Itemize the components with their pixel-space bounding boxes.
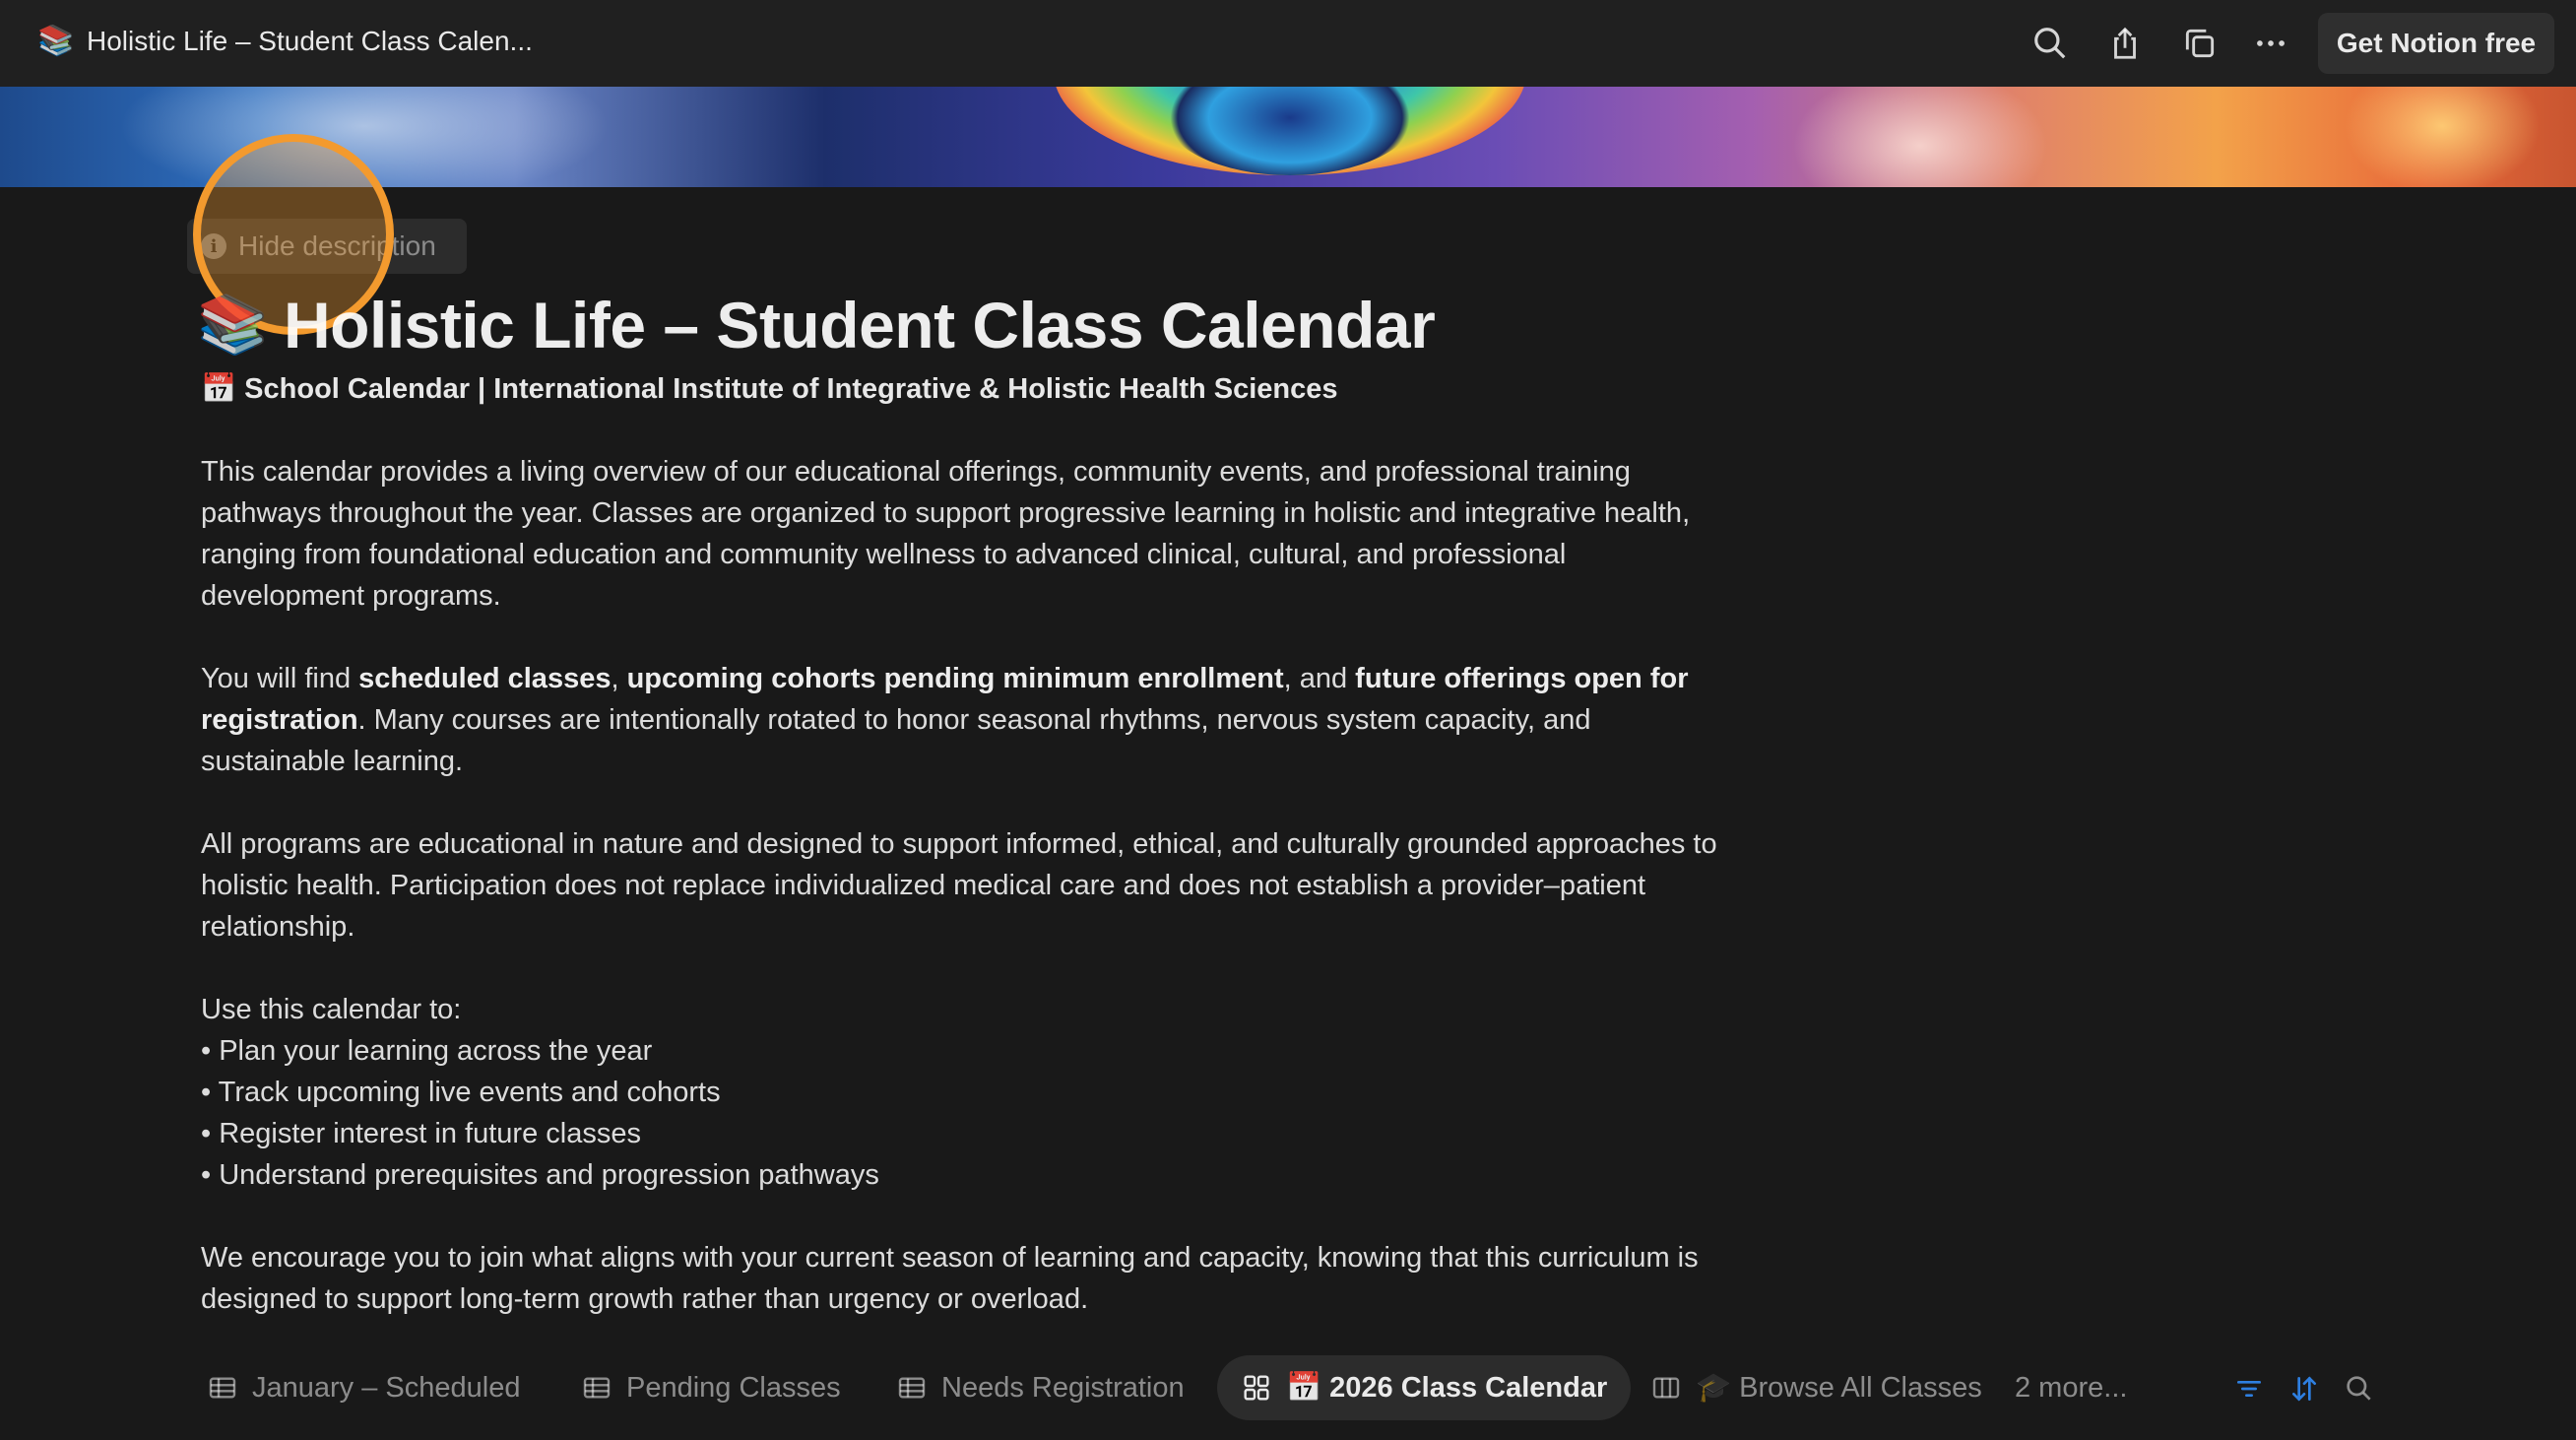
hide-description-button[interactable]: i Hide description: [187, 219, 467, 274]
sort-icon[interactable]: [2286, 1371, 2322, 1407]
tab-pending-classes[interactable]: Pending Classes: [567, 1355, 855, 1420]
tab-needs-registration[interactable]: Needs Registration: [882, 1355, 1198, 1420]
table-icon: [583, 1377, 611, 1399]
cover-image: [0, 87, 2576, 187]
list-item: • Track upcoming live events and cohorts: [201, 1077, 721, 1108]
tab-browse-all-classes[interactable]: 🎓 Browse All Classes: [1637, 1355, 1996, 1420]
description-paragraph: All programs are educational in nature a…: [201, 828, 1717, 943]
filter-icon[interactable]: [2231, 1371, 2267, 1407]
description-paragraph: You will find scheduled classes, upcomin…: [201, 663, 1689, 777]
hide-description-label: Hide description: [238, 230, 436, 261]
top-bar: 📚 Holistic Life – Student Class Calen...…: [0, 0, 2576, 87]
table-icon: [209, 1377, 236, 1399]
page-title: Holistic Life – Student Class Calendar: [284, 289, 1436, 361]
description-paragraph: This calendar provides a living overview…: [201, 456, 1691, 612]
more-views-button[interactable]: 2 more...: [2001, 1355, 2141, 1420]
page-icon: 📚: [37, 25, 75, 57]
tab-2026-class-calendar[interactable]: 📅 2026 Class Calendar: [1217, 1355, 1632, 1420]
share-icon[interactable]: [2103, 22, 2147, 65]
page-breadcrumb-title[interactable]: Holistic Life – Student Class Calen...: [87, 26, 533, 57]
database-view-tabs: January – Scheduled Pending Classes Need…: [193, 1355, 2389, 1420]
search-icon[interactable]: [2342, 1371, 2377, 1407]
gallery-icon: [1244, 1375, 1269, 1401]
list-item: • Plan your learning across the year: [201, 1035, 653, 1067]
database-description: This calendar provides a living overview…: [201, 451, 1737, 1320]
usage-list: Use this calendar to: • Plan your learni…: [201, 989, 1737, 1196]
duplicate-icon[interactable]: [2178, 22, 2222, 65]
table-icon: [898, 1377, 926, 1399]
info-icon: i: [201, 233, 226, 259]
books-icon: 📚: [197, 293, 269, 357]
list-item: • Understand prerequisites and progressi…: [201, 1159, 879, 1191]
tab-january-scheduled[interactable]: January – Scheduled: [193, 1355, 534, 1420]
more-icon[interactable]: [2249, 22, 2292, 65]
list-item: • Register interest in future classes: [201, 1118, 641, 1149]
search-icon[interactable]: [2029, 22, 2072, 65]
usage-heading: Use this calendar to:: [201, 994, 462, 1025]
get-notion-free-button[interactable]: Get Notion free: [2318, 13, 2554, 74]
board-icon: [1652, 1377, 1680, 1399]
page-subtitle: 📅 School Calendar | International Instit…: [201, 373, 1338, 405]
description-paragraph: We encourage you to join what aligns wit…: [201, 1242, 1699, 1315]
